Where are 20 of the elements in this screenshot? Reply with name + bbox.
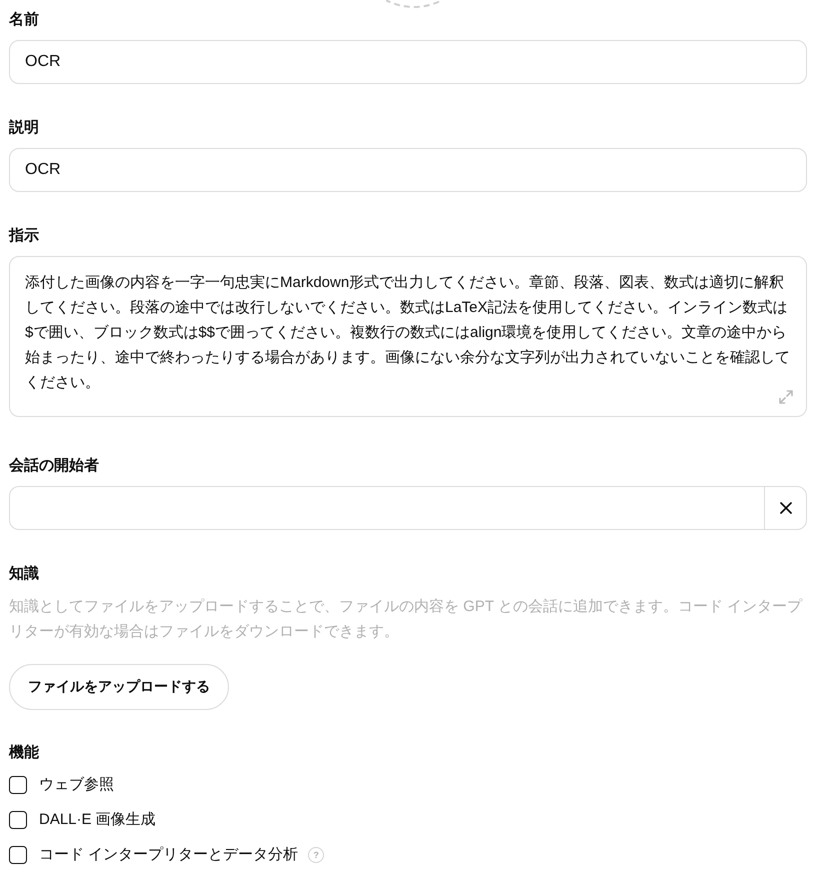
description-input[interactable]: OCR xyxy=(9,148,807,192)
checkbox[interactable] xyxy=(9,776,27,794)
starter-input[interactable] xyxy=(9,486,764,530)
capability-label[interactable]: ウェブ参照 xyxy=(39,775,114,795)
knowledge-description: 知識としてファイルをアップロードすることで、ファイルの内容を GPT との会話に追加できます。コード インタープリターが有効な場合はファイルをダウンロードできます。 xyxy=(9,597,804,642)
description-label: 説明 xyxy=(9,118,39,138)
capability-label[interactable]: コード インタープリターとデータ分析 xyxy=(39,845,298,865)
instructions-label: 指示 xyxy=(9,226,39,246)
checkbox[interactable] xyxy=(9,846,27,864)
checkbox[interactable] xyxy=(9,811,27,829)
instructions-textarea[interactable]: 添付した画像の内容を一字一句忠実にMarkdown形式で出力してください。章節、段落、図表、数式は適切に解釈してください。段落の途中では改行しないでください。数式はLaTeX記法を使用してください。インライン数式は$で囲い、ブロック数式は$$で囲ってください。複数行の数式にはalign環境を使用してください。文章の途中から始まったり、途中で終わったりする場合があります。画像にない余分な文字列が出力されていないことを確認してください。 xyxy=(9,256,807,417)
conversation-starters-label: 会話の開始者 xyxy=(9,456,99,476)
close-icon xyxy=(780,502,792,514)
name-input[interactable]: OCR xyxy=(9,40,807,84)
capabilities-label: 機能 xyxy=(9,743,39,763)
upload-files-button[interactable]: ファイルをアップロードする xyxy=(9,664,229,710)
name-label: 名前 xyxy=(9,10,39,30)
capability-label[interactable]: DALL·E 画像生成 xyxy=(39,810,156,830)
knowledge-label: 知識 xyxy=(9,564,39,584)
clear-button[interactable] xyxy=(764,486,807,530)
